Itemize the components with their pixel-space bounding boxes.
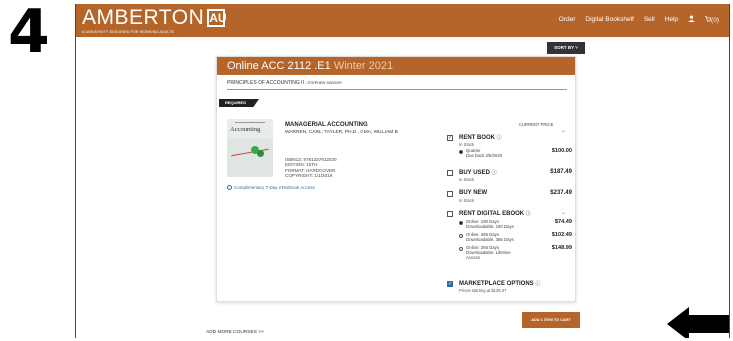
main-nav: Order Digital Bookshelf Sell Help (0): [559, 15, 719, 24]
course-title: PRINCIPLES OF ACCOUNTING II: [227, 80, 304, 86]
marketplace-text: MARKETPLACE OPTIONS: [459, 281, 534, 287]
add-to-cart-button[interactable]: ADD 1 ITEM TO CART: [522, 312, 580, 328]
buy-new-stock: In Stock: [459, 198, 475, 203]
ebook-365-radio[interactable]: [459, 234, 463, 238]
info-icon[interactable]: ⓘ: [492, 170, 497, 176]
book-details: ISBN13: 9781337912020 EDITION: 15TH FORM…: [285, 157, 337, 179]
info-icon[interactable]: ⓘ: [535, 281, 540, 287]
nav-help[interactable]: Help: [665, 16, 678, 23]
course-header: Online ACC 2112 .E1 Winter 2021: [217, 57, 575, 75]
book-cover-title: Accounting: [230, 126, 261, 133]
clock-icon: [227, 185, 232, 191]
ebook-365-text: Online: 365 Days Downloadable: 365 Days: [466, 232, 514, 242]
buy-used-text: BUY USED: [459, 170, 490, 176]
rent-book-text: RENT BOOK: [459, 135, 495, 141]
ebook-lifetime-price: $148.99: [551, 245, 572, 251]
book-cover-image[interactable]: Accounting: [227, 119, 273, 177]
ebook-lifetime-radio[interactable]: [459, 247, 463, 251]
logo-tagline: A UNIVERSITY DESIGNED FOR WORKING ADULTS: [82, 30, 175, 34]
etextbook-access-link[interactable]: Complimentary 7-Day eTextbook Access: [227, 185, 315, 191]
ebook-lifetime-text: Online: 365 Days Downloadable: Lifetime …: [466, 245, 511, 261]
logo-mark: AU: [207, 9, 227, 27]
ebook-lifetime-line3: Access: [466, 255, 480, 261]
rent-ebook-text: RENT DIGITAL EBOOK: [459, 211, 525, 217]
buy-used-stock: In Stock: [459, 177, 475, 182]
chevron-down-icon: ˅: [575, 45, 578, 50]
rent-book-label: RENT BOOK ⓘ: [459, 134, 502, 141]
buy-new-price: $237.49: [550, 190, 572, 196]
cover-pin: [257, 150, 264, 157]
info-icon[interactable]: ⓘ: [497, 135, 502, 141]
add-more-courses-link[interactable]: ADD MORE COURSES >>: [206, 330, 264, 335]
cover-photo: [227, 139, 273, 177]
sort-by-button[interactable]: SORT BY ˅: [547, 42, 585, 54]
step-number: 4: [8, 0, 50, 67]
rent-book-checkbox[interactable]: ✓: [447, 135, 453, 141]
course-code: Online ACC 2112 .E1: [227, 60, 331, 72]
buy-used-label: BUY USED ⓘ: [459, 169, 497, 176]
rent-ebook-label: RENT DIGITAL EBOOK ⓘ: [459, 210, 531, 217]
rent-due-date: Due back 3/5/2025: [466, 153, 503, 159]
buy-new-label: BUY NEW: [459, 190, 488, 196]
current-price-label: CURRENT PRICE: [519, 122, 554, 127]
buy-used-price: $187.49: [550, 169, 572, 175]
cart-count: (0): [711, 16, 719, 24]
chevron-down-icon[interactable]: ⌄: [561, 209, 566, 216]
book-authors: WARREN, CARL; TAYLER, PH.D., CMA, WILLIA…: [285, 130, 398, 135]
marketplace-label: MARKETPLACE OPTIONS ⓘ: [459, 280, 540, 287]
rent-book-stock: In Stock: [459, 142, 475, 147]
course-instructor: - STEPHEN SWIGER: [303, 81, 342, 85]
course-subtitle: PRINCIPLES OF ACCOUNTING II - STEPHEN SW…: [227, 80, 342, 86]
ebook-180-text: Online: 180 Days Downloadable: 180 Days: [466, 219, 514, 229]
course-term: Winter 2021: [333, 60, 394, 72]
required-badge: REQUIRED: [219, 99, 259, 107]
browser-frame: AMBERTON AU A UNIVERSITY DESIGNED FOR WOR…: [75, 4, 730, 338]
book-title: MANAGERIAL ACCOUNTING: [285, 122, 368, 128]
buy-used-checkbox[interactable]: [447, 170, 453, 176]
rent-quarter-text: Quarter Due back 3/5/2025: [466, 148, 502, 158]
ebook-180-price: $74.49: [554, 219, 572, 225]
nav-digital-bookshelf[interactable]: Digital Bookshelf: [585, 16, 633, 23]
arrow-left-icon: [667, 307, 729, 338]
buy-new-checkbox[interactable]: [447, 191, 453, 197]
cart-link[interactable]: (0): [705, 15, 719, 24]
marketplace-note: Prices starting at $135.37: [459, 288, 507, 293]
ebook-180-line2: Downloadable: 180 Days: [466, 224, 514, 230]
user-icon[interactable]: [688, 15, 695, 24]
ebook-365-line2: Downloadable: 365 Days: [466, 237, 514, 243]
sort-by-label: SORT BY: [554, 45, 574, 50]
access-link-label: Complimentary 7-Day eTextbook Access: [234, 185, 315, 190]
course-card: Online ACC 2112 .E1 Winter 2021 PRINCIPL…: [216, 56, 576, 302]
logo-wordmark: AMBERTON: [82, 6, 205, 29]
marketplace-checkbox[interactable]: ✓: [447, 281, 453, 287]
chevron-down-icon[interactable]: ⌄: [561, 127, 566, 134]
divider: [227, 89, 567, 90]
nav-sell[interactable]: Sell: [644, 16, 655, 23]
rent-ebook-checkbox[interactable]: [447, 211, 453, 217]
ebook-365-price: $102.49: [551, 232, 572, 238]
info-icon[interactable]: ⓘ: [526, 211, 531, 217]
ebook-180-radio[interactable]: [459, 221, 463, 225]
nav-order[interactable]: Order: [559, 16, 576, 23]
rent-book-price: $100.00: [551, 148, 572, 154]
book-copyright: COPYRIGHT: 1/1/2019: [285, 173, 333, 179]
rent-quarter-radio[interactable]: [459, 150, 463, 154]
cover-bar: [235, 122, 265, 123]
top-nav-bar: AMBERTON AU A UNIVERSITY DESIGNED FOR WOR…: [76, 4, 729, 37]
amberton-logo[interactable]: AMBERTON AU A UNIVERSITY DESIGNED FOR WOR…: [82, 6, 227, 34]
